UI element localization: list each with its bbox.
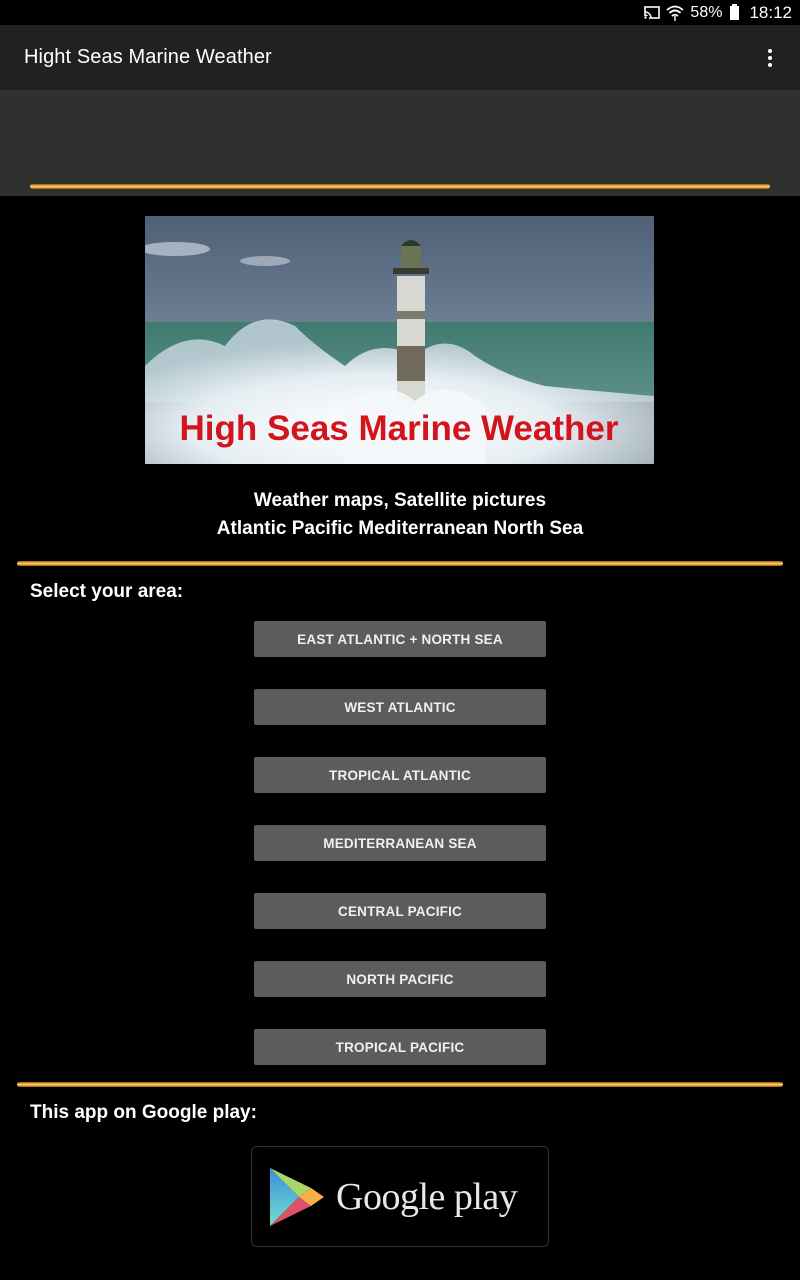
area-button-mediterranean-sea[interactable]: MEDITERRANEAN SEA bbox=[254, 825, 546, 861]
google-play-text: Google play bbox=[336, 1175, 518, 1218]
banner-image: High Seas Marine Weather bbox=[145, 216, 654, 464]
tagline-line-2: Atlantic Pacific Mediterranean North Sea bbox=[216, 518, 584, 539]
more-vert-icon[interactable] bbox=[758, 43, 782, 73]
area-button-tropical-pacific[interactable]: TROPICAL PACIFIC bbox=[254, 1029, 546, 1065]
google-play-icon bbox=[270, 1167, 324, 1226]
tagline: Weather maps, Satellite pictures Atlanti… bbox=[0, 487, 800, 543]
status-bar: 58% 18:12 bbox=[0, 0, 800, 25]
banner-caption: High Seas Marine Weather bbox=[180, 409, 619, 448]
area-button-list: EAST ATLANTIC + NORTH SEA WEST ATLANTIC … bbox=[254, 621, 546, 1097]
cast-icon bbox=[644, 6, 661, 19]
divider bbox=[30, 184, 770, 189]
battery-percent: 58% bbox=[690, 3, 723, 21]
select-area-label: Select your area: bbox=[30, 581, 184, 602]
wifi-icon bbox=[666, 5, 685, 21]
divider bbox=[17, 1082, 783, 1087]
area-button-central-pacific[interactable]: CENTRAL PACIFIC bbox=[254, 893, 546, 929]
divider bbox=[17, 561, 783, 566]
area-button-west-atlantic[interactable]: WEST ATLANTIC bbox=[254, 689, 546, 725]
area-button-tropical-atlantic[interactable]: TROPICAL ATLANTIC bbox=[254, 757, 546, 793]
header-band bbox=[0, 90, 800, 196]
google-play-label: This app on Google play: bbox=[30, 1102, 257, 1123]
area-button-north-pacific[interactable]: NORTH PACIFIC bbox=[254, 961, 546, 997]
tagline-line-1: Weather maps, Satellite pictures bbox=[253, 490, 547, 511]
app-title: Hight Seas Marine Weather bbox=[24, 46, 272, 68]
battery-icon bbox=[730, 3, 740, 20]
google-play-badge[interactable]: Google play bbox=[251, 1146, 549, 1247]
app-bar: Hight Seas Marine Weather bbox=[0, 25, 800, 90]
clock: 18:12 bbox=[749, 2, 792, 22]
area-button-east-atlantic-north-sea[interactable]: EAST ATLANTIC + NORTH SEA bbox=[254, 621, 546, 657]
